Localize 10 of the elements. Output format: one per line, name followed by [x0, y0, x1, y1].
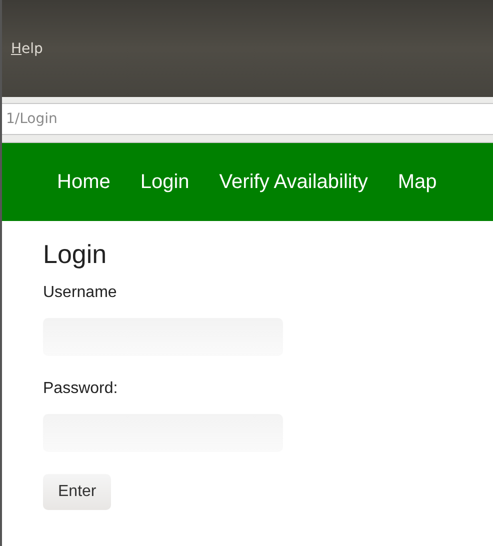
- form-title: Login: [43, 239, 108, 270]
- address-bar[interactable]: 1/Login: [2, 103, 493, 135]
- nav-link[interactable]: Verify Availability: [204, 170, 383, 194]
- enter-button[interactable]: Enter: [43, 474, 112, 510]
- field-label: Password:: [43, 380, 119, 398]
- nav-link[interactable]: Login: [125, 170, 204, 194]
- nav-link[interactable]: Map: [382, 170, 452, 194]
- field-label: Username: [43, 284, 118, 302]
- menu-item[interactable]: Help: [11, 40, 43, 56]
- nav-link[interactable]: Home: [42, 170, 126, 194]
